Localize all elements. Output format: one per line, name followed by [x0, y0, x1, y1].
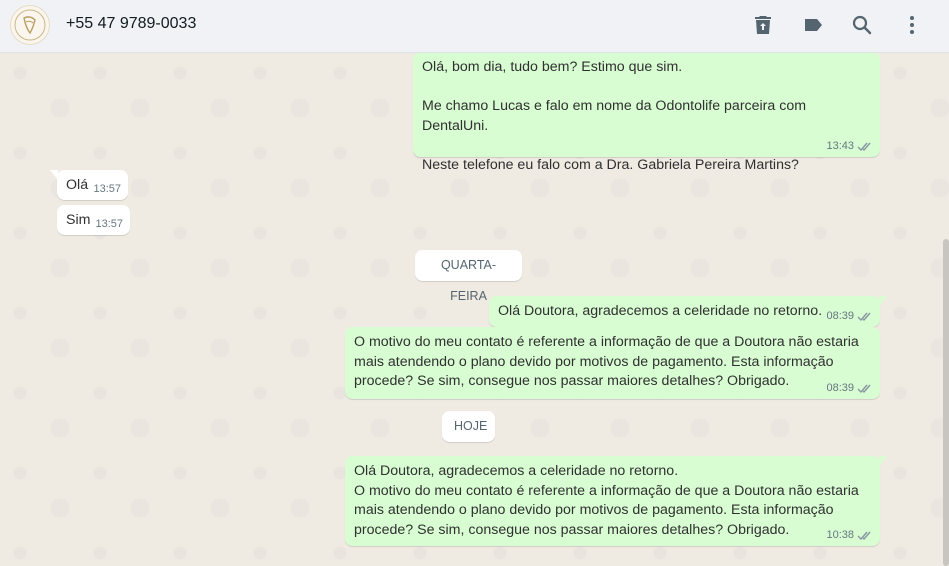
delete-icon[interactable]	[751, 13, 775, 37]
read-ticks-icon	[857, 383, 873, 394]
label-icon[interactable]	[801, 13, 825, 37]
message-outgoing[interactable]: O motivo do meu contato é referente a in…	[345, 327, 880, 399]
avatar-logo-icon	[14, 9, 46, 41]
contact-name[interactable]: +55 47 9789-0033	[66, 15, 196, 33]
message-meta: 10:38	[826, 529, 873, 542]
search-icon[interactable]	[850, 13, 874, 37]
message-incoming[interactable]: Olá 13:57	[50, 170, 128, 200]
read-ticks-icon	[857, 311, 873, 322]
message-outgoing[interactable]: Olá Doutora, agradecemos a celeridade no…	[345, 456, 887, 546]
message-meta: 13:57	[93, 183, 121, 196]
chat-area[interactable]: Olá, bom dia, tudo bem? Estimo que sim. …	[0, 53, 949, 566]
message-text: Olá Doutora, agradecemos a celeridade no…	[498, 303, 823, 319]
message-incoming[interactable]: Sim 13:57	[57, 205, 130, 235]
message-time: 08:39	[826, 310, 854, 322]
message-meta: 13:43	[826, 140, 873, 153]
message-time: 13:57	[95, 218, 123, 230]
message-meta: 08:39	[826, 310, 873, 323]
chat-header: +55 47 9789-0033	[0, 0, 949, 53]
message-outgoing[interactable]: Olá Doutora, agradecemos a celeridade no…	[489, 296, 887, 327]
message-text: Olá Doutora, agradecemos a celeridade no…	[354, 463, 859, 538]
message-time: 13:57	[93, 183, 121, 195]
message-meta: 08:39	[826, 382, 873, 395]
message-text: Olá, bom dia, tudo bem? Estimo que sim. …	[422, 59, 807, 173]
date-separator: QUARTA-FEIRA	[415, 250, 522, 303]
menu-icon[interactable]	[900, 13, 924, 37]
read-ticks-icon	[857, 530, 873, 541]
message-meta: 13:57	[95, 218, 123, 231]
message-time: 08:39	[826, 382, 854, 394]
message-text: O motivo do meu contato é referente a in…	[354, 334, 863, 389]
message-time: 13:43	[826, 140, 854, 152]
chat-scrollbar[interactable]	[943, 239, 949, 566]
date-separator: HOJE	[442, 411, 495, 442]
contact-avatar[interactable]	[10, 5, 50, 45]
message-outgoing[interactable]: Olá, bom dia, tudo bem? Estimo que sim. …	[413, 53, 880, 173]
read-ticks-icon	[857, 141, 873, 152]
message-time: 10:38	[826, 529, 854, 541]
